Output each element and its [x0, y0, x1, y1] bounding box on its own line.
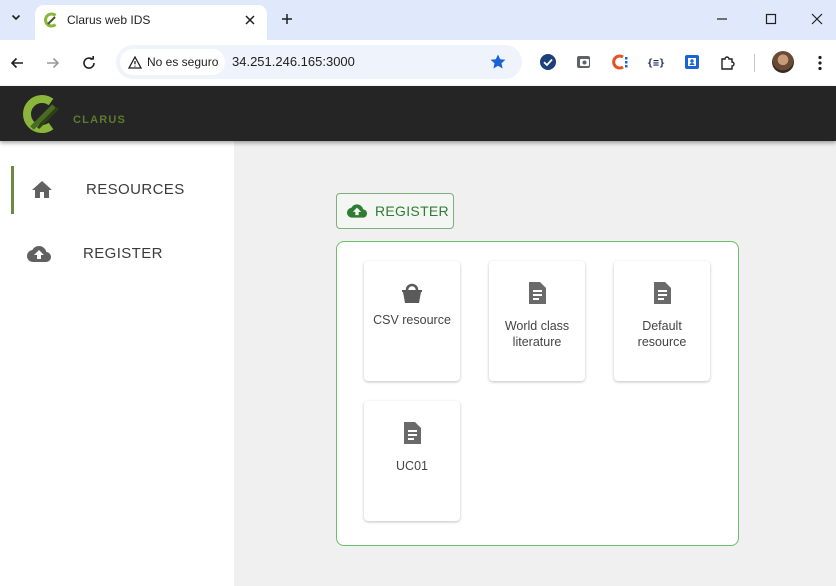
- resource-panel: CSV resource World class literature Defa…: [336, 241, 739, 546]
- cloud-upload-icon: [27, 246, 51, 262]
- tab-close-button[interactable]: [241, 11, 259, 29]
- window-close-button[interactable]: [807, 9, 827, 29]
- main-content: REGISTER CSV resource World class litera…: [234, 141, 836, 586]
- sidebar-item-label: REGISTER: [83, 245, 163, 262]
- close-icon: [245, 15, 255, 25]
- sidebar-item-resources[interactable]: RESOURCES: [0, 166, 234, 214]
- sidebar-item-label: RESOURCES: [86, 181, 185, 198]
- arrow-left-icon: [10, 57, 23, 69]
- bookmark-button[interactable]: [488, 52, 508, 72]
- close-icon: [811, 13, 823, 25]
- address-bar[interactable]: No es seguro 34.251.246.165:3000: [116, 45, 522, 79]
- document-icon: [404, 422, 421, 444]
- clarus-logo[interactable]: CLARUS: [18, 92, 125, 136]
- screenshot-icon: [577, 56, 590, 68]
- back-button[interactable]: [6, 52, 28, 74]
- register-button-label: REGISTER: [375, 203, 449, 219]
- document-icon: [654, 282, 671, 304]
- reload-button[interactable]: [78, 52, 100, 74]
- resource-card-default-resource[interactable]: Default resource: [614, 261, 710, 381]
- svg-text:{≡}: {≡}: [647, 58, 665, 69]
- browser-tab[interactable]: Clarus web IDS: [35, 5, 267, 40]
- browser-toolbar: No es seguro 34.251.246.165:3000 {≡}: [0, 40, 836, 86]
- app-header: CLARUS: [0, 86, 836, 141]
- extension-screenshot[interactable]: [574, 52, 594, 72]
- maximize-icon: [765, 13, 777, 25]
- extension-c[interactable]: [610, 52, 630, 72]
- document-icon: [529, 282, 546, 304]
- chevron-down-icon: [11, 14, 21, 21]
- sidebar: RESOURCES REGISTER: [0, 141, 234, 586]
- resource-label: World class literature: [504, 319, 570, 349]
- extension-user-card[interactable]: [682, 52, 702, 72]
- plus-icon: [282, 14, 292, 24]
- minimize-icon: [717, 18, 727, 20]
- resource-label: UC01: [396, 459, 428, 473]
- resource-card-csv[interactable]: CSV resource: [364, 261, 460, 381]
- resource-label: CSV resource: [373, 313, 451, 327]
- resource-label: Default resource: [637, 319, 687, 349]
- register-button[interactable]: REGISTER: [336, 193, 454, 229]
- sidebar-item-register[interactable]: REGISTER: [0, 230, 234, 278]
- tab-title: Clarus web IDS: [67, 13, 151, 27]
- browser-menu-button[interactable]: [810, 52, 830, 74]
- puzzle-icon: [721, 56, 735, 70]
- active-indicator: [11, 166, 14, 214]
- security-label: No es seguro: [147, 55, 219, 69]
- url-text[interactable]: 34.251.246.165:3000: [232, 54, 355, 69]
- toolbar-separator: [754, 54, 755, 72]
- extensions-button[interactable]: [718, 52, 738, 72]
- profile-avatar[interactable]: [772, 51, 794, 73]
- star-icon: [490, 54, 506, 69]
- more-vertical-icon: [818, 55, 822, 71]
- minimize-button[interactable]: [712, 9, 732, 29]
- extension-json[interactable]: {≡}: [646, 52, 666, 72]
- new-tab-button[interactable]: [277, 9, 297, 29]
- logo-text: CLARUS: [73, 114, 127, 126]
- user-card-icon: [685, 55, 699, 69]
- warning-icon: [128, 55, 142, 69]
- resource-card-uc01[interactable]: UC01: [364, 401, 460, 521]
- tab-search-button[interactable]: [6, 7, 26, 27]
- clarus-favicon-icon: [44, 12, 57, 28]
- home-icon: [32, 181, 52, 198]
- maximize-button[interactable]: [761, 9, 781, 29]
- json-braces-icon: {≡}: [647, 58, 665, 69]
- forward-button[interactable]: [42, 52, 64, 74]
- check-circle-icon: [540, 54, 556, 70]
- browser-tab-strip: Clarus web IDS: [0, 0, 836, 40]
- basket-icon: [402, 283, 422, 303]
- clarus-logo-icon: [23, 95, 60, 133]
- security-indicator[interactable]: No es seguro: [120, 49, 225, 75]
- resource-card-world-class-literature[interactable]: World class literature: [489, 261, 585, 381]
- reload-icon: [83, 56, 95, 69]
- arrow-right-icon: [47, 57, 60, 69]
- c-logo-icon: [612, 54, 628, 70]
- cloud-upload-icon: [347, 204, 367, 218]
- extension-check[interactable]: [538, 52, 558, 72]
